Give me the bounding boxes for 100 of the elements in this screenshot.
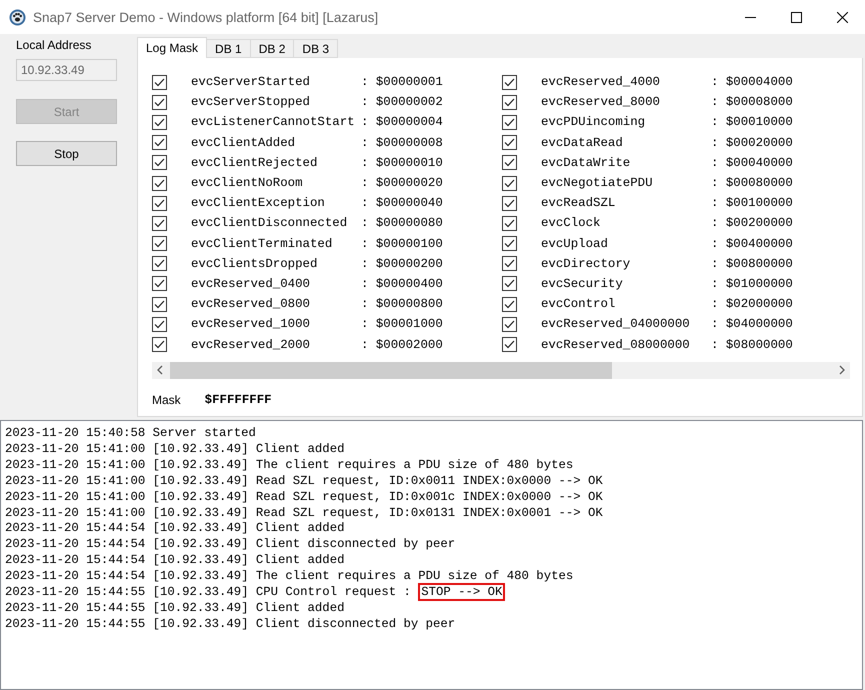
event-name: evcClientRejected xyxy=(191,156,318,170)
log-line: 2023-11-20 15:44:54 [10.92.33.49] Client disconnected by peer xyxy=(5,537,456,554)
event-value: : $00000040 xyxy=(361,196,443,210)
log-line: 2023-11-20 15:41:00 [10.92.33.49] The client requires a PDU size of 480 bytes xyxy=(5,458,574,474)
event-name: evcPDUincoming xyxy=(541,115,646,130)
checkbox[interactable] xyxy=(502,316,517,332)
checkbox[interactable] xyxy=(152,155,167,170)
event-value: : $00040000 xyxy=(711,156,793,170)
checkbox[interactable] xyxy=(152,276,167,292)
checkbox[interactable] xyxy=(152,74,167,90)
event-value: : $00002000 xyxy=(361,338,443,352)
event-value: : $00000020 xyxy=(361,176,443,190)
checkbox[interactable] xyxy=(152,135,167,150)
log-line: 2023-11-20 15:40:58 Server started xyxy=(5,426,257,442)
checkbox[interactable] xyxy=(152,216,167,231)
event-name: evcClientDisconnected xyxy=(191,216,348,230)
event-value: : $00001000 xyxy=(361,317,443,332)
event-value: : $02000000 xyxy=(711,297,793,312)
event-value: : $00000004 xyxy=(361,115,443,130)
checkbox[interactable] xyxy=(152,176,167,191)
address-field[interactable]: 10.92.33.49 xyxy=(16,59,117,81)
event-value: : $00400000 xyxy=(711,236,793,251)
event-value: : $00000010 xyxy=(361,156,443,170)
event-name: evcUpload xyxy=(541,236,609,251)
checkbox[interactable] xyxy=(152,94,167,110)
horizontal-scrollbar[interactable] xyxy=(152,362,850,379)
checkbox[interactable] xyxy=(152,316,167,332)
checkbox[interactable] xyxy=(152,114,167,130)
checkbox[interactable] xyxy=(502,135,517,150)
event-name: evcClientsDropped xyxy=(191,256,318,271)
event-value: : $01000000 xyxy=(711,276,793,291)
checkbox[interactable] xyxy=(502,337,517,352)
tab[interactable]: DB 1 xyxy=(206,39,251,58)
log-line: 2023-11-20 15:44:54 [10.92.33.49] The client requires a PDU size of 480 bytes xyxy=(5,569,574,586)
event-name: evcNegotiatePDU xyxy=(541,176,654,190)
event-value: : $00000001 xyxy=(361,75,443,90)
event-name: evcReserved_04000000 xyxy=(541,317,691,332)
checkbox[interactable] xyxy=(152,256,167,272)
event-name: evcReserved_0800 xyxy=(191,297,311,312)
checkbox[interactable] xyxy=(502,296,517,312)
event-name: evcReserved_2000 xyxy=(191,338,311,352)
event-value: : $00000200 xyxy=(361,256,443,271)
checkbox[interactable] xyxy=(502,216,517,231)
log-line: 2023-11-20 15:44:55 [10.92.33.49] Client added xyxy=(5,600,346,617)
event-name: evcClientTerminated xyxy=(191,236,334,251)
event-name: evcServerStarted xyxy=(191,75,311,90)
event-name: evcDataWrite xyxy=(541,156,632,170)
log-line: 2023-11-20 15:41:00 [10.92.33.49] Client added xyxy=(5,442,346,458)
event-name: evcClientNoRoom xyxy=(191,176,304,190)
checkbox[interactable] xyxy=(502,114,517,130)
event-value: : $00000400 xyxy=(361,276,443,291)
tab[interactable]: Log Mask xyxy=(137,37,208,58)
event-value: : $00000002 xyxy=(361,95,443,110)
log-line: 2023-11-20 15:44:55 [10.92.33.49] Client disconnected by peer xyxy=(5,616,456,633)
event-name: evcClientAdded xyxy=(191,136,296,150)
event-value: : $08000000 xyxy=(711,338,793,352)
event-name: evcDirectory xyxy=(541,256,632,271)
event-value: : $04000000 xyxy=(711,317,793,332)
event-value: : $00080000 xyxy=(711,176,793,190)
event-name: evcClock xyxy=(541,216,602,230)
checkbox[interactable] xyxy=(502,196,517,211)
event-name: evcReserved_8000 xyxy=(541,95,661,110)
checkbox[interactable] xyxy=(152,236,167,252)
log-line: 2023-11-20 15:44:54 [10.92.33.49] Client added xyxy=(5,553,346,570)
mask-label: Mask xyxy=(152,392,181,407)
checkbox[interactable] xyxy=(502,256,517,272)
event-name: evcReserved_08000000 xyxy=(541,338,691,352)
checkbox[interactable] xyxy=(502,176,517,191)
event-value: : $00100000 xyxy=(711,196,793,210)
log-line: 2023-11-20 15:41:00 [10.92.33.49] Read SZL request, ID:0x001c INDEX:0x0000 --> OK xyxy=(5,490,604,506)
checkbox[interactable] xyxy=(502,74,517,90)
mask-value: $FFFFFFFF xyxy=(204,392,272,407)
event-value: : $00800000 xyxy=(711,256,793,271)
log-line: 2023-11-20 15:44:54 [10.92.33.49] Client added xyxy=(5,521,346,538)
local-address-label: Local Address xyxy=(16,38,92,52)
log-line: 2023-11-20 15:44:55 [10.92.33.49] CPU Control request : STOP --> OK xyxy=(5,585,862,601)
event-value: : $00000008 xyxy=(361,136,443,150)
event-name: evcDataRead xyxy=(541,136,624,150)
paw-logo-icon xyxy=(9,8,26,26)
log-line: 2023-11-20 15:41:00 [10.92.33.49] Read SZL request, ID:0x0011 INDEX:0x0000 --> OK xyxy=(5,474,604,490)
checkbox[interactable] xyxy=(502,276,517,292)
stop-button[interactable]: Stop xyxy=(16,141,117,166)
tab[interactable]: DB 3 xyxy=(293,39,338,58)
event-value: : $00008000 xyxy=(711,95,793,110)
event-name: evcListenerCannotStart xyxy=(191,115,356,130)
event-value: : $00004000 xyxy=(711,75,793,90)
event-value: : $00000080 xyxy=(361,216,443,230)
checkbox[interactable] xyxy=(502,94,517,110)
tab[interactable]: DB 2 xyxy=(250,39,294,58)
event-value: : $00000100 xyxy=(361,236,443,251)
checkbox[interactable] xyxy=(152,296,167,312)
checkbox[interactable] xyxy=(152,337,167,352)
checkbox[interactable] xyxy=(152,196,167,211)
event-name: evcServerStopped xyxy=(191,95,311,110)
chevron-left-icon[interactable] xyxy=(156,365,164,376)
checkbox[interactable] xyxy=(502,236,517,252)
event-name: evcReadSZL xyxy=(541,196,616,210)
chevron-right-icon[interactable] xyxy=(838,365,846,376)
event-value: : $00020000 xyxy=(711,136,793,150)
checkbox[interactable] xyxy=(502,155,517,170)
